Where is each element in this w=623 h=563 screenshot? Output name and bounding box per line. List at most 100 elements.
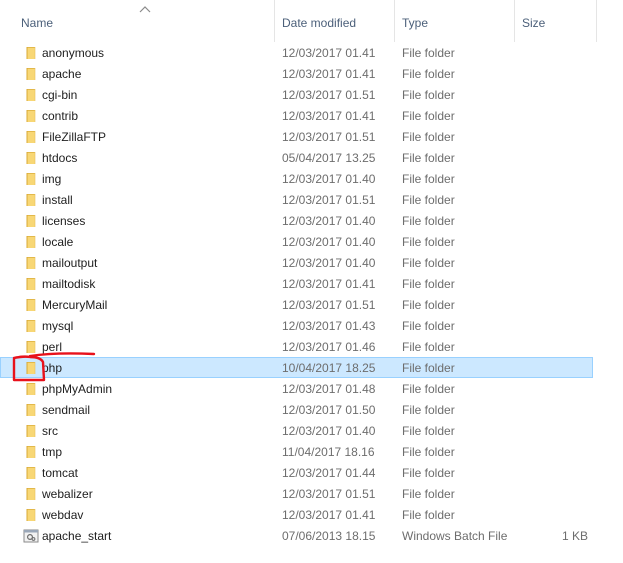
item-date-modified: 12/03/2017 01.44 [282, 466, 376, 480]
list-item[interactable]: mysql 12/03/2017 01.43 File folder [0, 315, 593, 336]
folder-icon [26, 68, 36, 80]
item-type: File folder [402, 172, 455, 186]
item-date-modified: 07/06/2013 18.15 [282, 529, 376, 543]
item-type: File folder [402, 151, 455, 165]
item-type: File folder [402, 277, 455, 291]
item-date-modified: 12/03/2017 01.41 [282, 508, 376, 522]
item-date-modified: 12/03/2017 01.48 [282, 382, 376, 396]
item-type: File folder [402, 340, 455, 354]
folder-icon [26, 299, 36, 311]
folder-icon [26, 362, 36, 374]
folder-icon [26, 194, 36, 206]
folder-icon [26, 446, 36, 458]
item-date-modified: 12/03/2017 01.51 [282, 487, 376, 501]
list-item[interactable]: cgi-bin 12/03/2017 01.51 File folder [0, 84, 593, 105]
item-date-modified: 12/03/2017 01.51 [282, 88, 376, 102]
item-type: File folder [402, 319, 455, 333]
folder-icon [26, 89, 36, 101]
item-name: tomcat [42, 466, 79, 480]
list-item[interactable]: tomcat 12/03/2017 01.44 File folder [0, 462, 593, 483]
list-item[interactable]: licenses 12/03/2017 01.40 File folder [0, 210, 593, 231]
column-header-date-modified[interactable]: Date modified [275, 0, 395, 42]
list-item[interactable]: anonymous 12/03/2017 01.41 File folder [0, 42, 593, 63]
item-type: File folder [402, 46, 455, 60]
item-name: contrib [42, 109, 79, 123]
column-header-type-label: Type [402, 16, 429, 30]
list-item[interactable]: install 12/03/2017 01.51 File folder [0, 189, 593, 210]
item-date-modified: 12/03/2017 01.51 [282, 130, 376, 144]
list-item[interactable]: webalizer 12/03/2017 01.51 File folder [0, 483, 593, 504]
column-header-name[interactable]: Name [0, 0, 275, 42]
item-name: licenses [42, 214, 86, 228]
list-item[interactable]: tmp 11/04/2017 18.16 File folder [0, 441, 593, 462]
folder-icon [26, 383, 36, 395]
item-name: sendmail [42, 403, 91, 417]
item-type: File folder [402, 508, 455, 522]
item-type: File folder [402, 361, 455, 375]
folder-icon [26, 236, 36, 248]
item-date-modified: 12/03/2017 01.40 [282, 424, 376, 438]
item-name: apache_start [42, 529, 112, 543]
item-date-modified: 12/03/2017 01.40 [282, 235, 376, 249]
item-type: File folder [402, 214, 455, 228]
list-item[interactable]: mailtodisk 12/03/2017 01.41 File folder [0, 273, 593, 294]
list-item[interactable]: img 12/03/2017 01.40 File folder [0, 168, 593, 189]
list-item[interactable]: contrib 12/03/2017 01.41 File folder [0, 105, 593, 126]
item-type: File folder [402, 382, 455, 396]
folder-icon [26, 488, 36, 500]
list-item[interactable]: mailoutput 12/03/2017 01.40 File folder [0, 252, 593, 273]
folder-icon [26, 215, 36, 227]
sort-ascending-icon [139, 6, 151, 13]
folder-icon [26, 278, 36, 290]
column-header-size[interactable]: Size [515, 0, 597, 42]
item-date-modified: 12/03/2017 01.41 [282, 277, 376, 291]
item-date-modified: 12/03/2017 01.40 [282, 256, 376, 270]
list-item[interactable]: apache 12/03/2017 01.41 File folder [0, 63, 593, 84]
item-date-modified: 12/03/2017 01.51 [282, 298, 376, 312]
item-type: File folder [402, 88, 455, 102]
item-date-modified: 11/04/2017 18.16 [282, 445, 375, 459]
item-type: File folder [402, 403, 455, 417]
list-item[interactable]: perl 12/03/2017 01.46 File folder [0, 336, 593, 357]
folder-icon [26, 173, 36, 185]
item-date-modified: 12/03/2017 01.41 [282, 67, 376, 81]
folder-icon [26, 341, 36, 353]
item-name: webdav [42, 508, 84, 522]
item-name: phpMyAdmin [42, 382, 113, 396]
item-name: mailtodisk [42, 277, 96, 291]
folder-icon [26, 257, 36, 269]
item-name: tmp [42, 445, 63, 459]
list-item[interactable]: MercuryMail 12/03/2017 01.51 File folder [0, 294, 593, 315]
item-name: mailoutput [42, 256, 98, 270]
item-type: File folder [402, 130, 455, 144]
item-name: locale [42, 235, 74, 249]
column-header-type[interactable]: Type [395, 0, 515, 42]
item-date-modified: 10/04/2017 18.25 [282, 361, 376, 375]
item-name: install [42, 193, 73, 207]
list-item[interactable]: phpMyAdmin 12/03/2017 01.48 File folder [0, 378, 593, 399]
batch-file-icon [23, 529, 39, 543]
list-item[interactable]: locale 12/03/2017 01.40 File folder [0, 231, 593, 252]
list-item[interactable]: webdav 12/03/2017 01.41 File folder [0, 504, 593, 525]
list-item[interactable]: src 12/03/2017 01.40 File folder [0, 420, 593, 441]
column-header-size-label: Size [522, 16, 546, 30]
folder-icon [26, 110, 36, 122]
list-item[interactable]: htdocs 05/04/2017 13.25 File folder [0, 147, 593, 168]
folder-icon [26, 509, 36, 521]
item-date-modified: 12/03/2017 01.40 [282, 214, 376, 228]
item-name: php [42, 361, 63, 375]
file-list: anonymous 12/03/2017 01.41 File folder apac… [0, 42, 623, 546]
folder-icon [26, 47, 36, 59]
list-item[interactable]: sendmail 12/03/2017 01.50 File folder [0, 399, 593, 420]
folder-icon [26, 320, 36, 332]
item-name: perl [42, 340, 63, 354]
list-item[interactable]: FileZillaFTP 12/03/2017 01.51 File folder [0, 126, 593, 147]
list-item[interactable]: apache_start 07/06/2013 18.15 Windows Batc… [0, 525, 593, 546]
item-date-modified: 12/03/2017 01.41 [282, 46, 376, 60]
item-type: File folder [402, 256, 455, 270]
item-type: File folder [402, 466, 455, 480]
item-date-modified: 12/03/2017 01.50 [282, 403, 376, 417]
list-item-selected[interactable]: php 10/04/2017 18.25 File folder [0, 357, 593, 378]
item-name: anonymous [42, 46, 105, 60]
item-date-modified: 12/03/2017 01.43 [282, 319, 376, 333]
